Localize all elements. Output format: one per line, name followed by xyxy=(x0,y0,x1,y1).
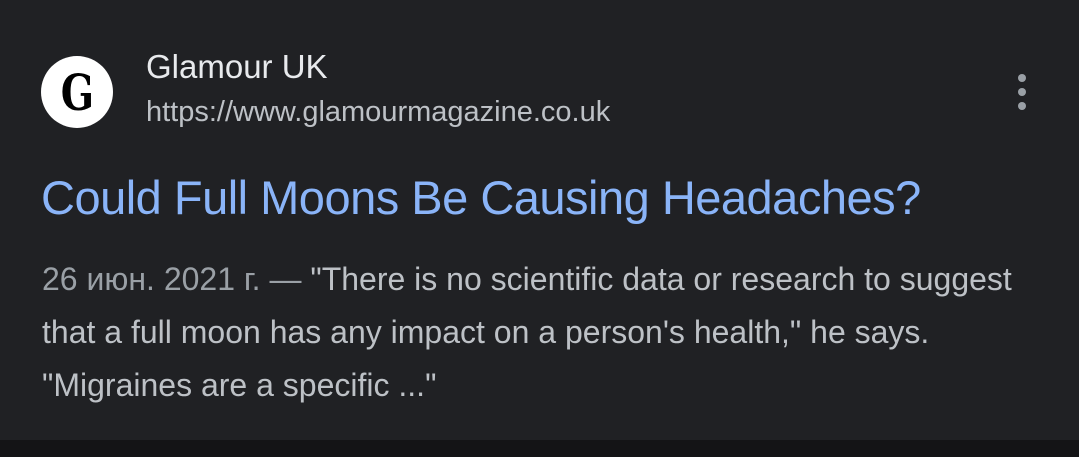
more-vert-icon xyxy=(1018,74,1026,110)
result-date: 26 июн. 2021 г. — xyxy=(42,261,311,297)
site-url[interactable]: https://www.glamourmagazine.co.uk xyxy=(146,94,610,130)
glamour-logo-icon: G xyxy=(60,63,94,122)
result-title-link[interactable]: Could Full Moons Be Causing Headaches? xyxy=(41,168,921,228)
site-name[interactable]: Glamour UK xyxy=(146,47,328,87)
more-options-button[interactable] xyxy=(1002,70,1042,114)
next-result-edge xyxy=(0,440,1079,457)
search-result-card: G Glamour UK https://www.glamourmagazine… xyxy=(0,0,1079,440)
result-snippet: 26 июн. 2021 г. — "There is no scientifi… xyxy=(42,253,1042,412)
site-favicon[interactable]: G xyxy=(41,56,113,128)
